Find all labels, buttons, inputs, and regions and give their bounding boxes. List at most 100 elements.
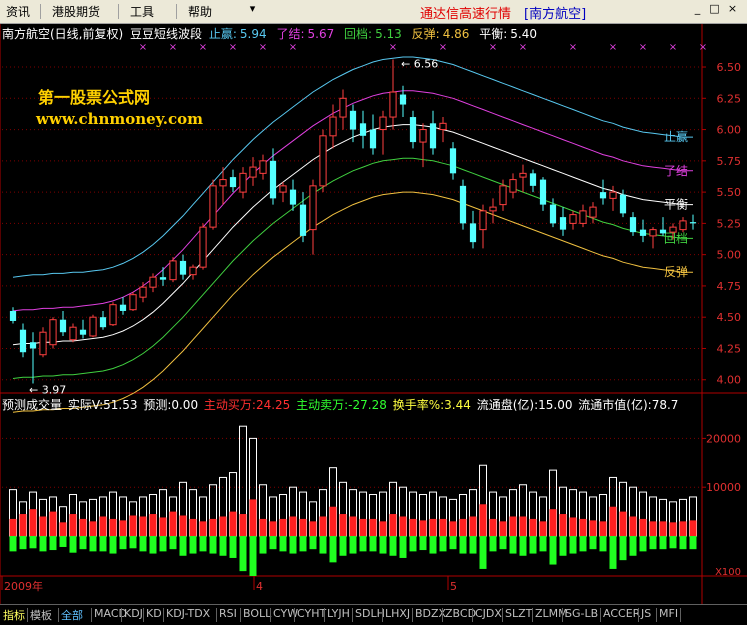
volume-sell-bar	[559, 536, 567, 556]
date-axis-label: 5	[450, 580, 457, 593]
restore-icon[interactable]: □	[708, 3, 721, 15]
candle-body-down	[269, 160, 277, 199]
volume-buy-bar	[99, 516, 107, 536]
tab-separator	[472, 608, 473, 622]
tab-group-0[interactable]: 指标	[3, 607, 25, 623]
volume-tick-label: 20000	[706, 432, 741, 445]
volume-buy-bar	[669, 522, 677, 536]
volume-buy-bar	[689, 520, 697, 536]
volume-sell-bar	[109, 536, 117, 554]
volume-sell-bar	[669, 536, 677, 549]
candle-body-down	[459, 185, 467, 224]
tab-kdj-tdx[interactable]: KDJ-TDX	[166, 607, 210, 620]
signal-marker: ×	[699, 42, 707, 53]
watermark-site-url: www.chnmoney.com	[36, 110, 203, 128]
volume-buy-bar	[529, 518, 537, 536]
menu-hk-futures[interactable]: 港股期货	[52, 3, 100, 20]
price-tick-label: 5.50	[717, 186, 742, 199]
volume-buy-bar	[519, 516, 527, 536]
volume-buy-bar	[489, 518, 497, 536]
volume-sell-bar	[649, 536, 657, 550]
tab-cjdx[interactable]: CJDX	[475, 607, 502, 620]
volume-sell-bar	[399, 536, 407, 558]
tab-kdj[interactable]: KDJ	[124, 607, 143, 620]
candle-body-up	[49, 319, 57, 346]
volume-sell-bar	[309, 536, 317, 550]
tab-group-2[interactable]: 全部	[61, 607, 83, 623]
tab-macd[interactable]: MACD	[94, 607, 127, 620]
volume-buy-bar	[319, 516, 327, 536]
tab-lyjh[interactable]: LYJH	[327, 607, 350, 620]
tab-mfi[interactable]: MFI	[659, 607, 678, 620]
volume-buy-bar	[579, 518, 587, 536]
menu-info[interactable]: 资讯	[6, 3, 30, 20]
price-tick-label: 4.25	[717, 342, 742, 355]
tab-separator	[656, 608, 657, 622]
volume-sell-bar	[489, 536, 497, 552]
candle-body-up	[239, 172, 247, 193]
tab-boll[interactable]: BOLL	[243, 607, 271, 620]
volume-sell-bar	[89, 536, 97, 552]
tab-separator	[382, 608, 383, 622]
candle-body-up	[329, 116, 337, 137]
tab-slzt[interactable]: SLZT	[505, 607, 532, 620]
tab-separator	[27, 608, 28, 622]
signal-marker: ×	[199, 42, 207, 53]
tab-kd[interactable]: KD	[146, 607, 162, 620]
volume-sell-bar	[509, 536, 517, 554]
candle-body-up	[679, 220, 687, 231]
tab-rsi[interactable]: RSI	[219, 607, 237, 620]
volume-indicator-name[interactable]: 预测成交量	[2, 398, 62, 412]
volume-sell-bar	[549, 536, 557, 565]
volume-unit-label: X100	[715, 567, 741, 578]
volume-sell-bar	[79, 536, 87, 550]
volume-buy-bar	[649, 521, 657, 536]
signal-marker: ×	[669, 42, 677, 53]
minimize-icon[interactable]: _	[691, 3, 704, 15]
band-end-label: 了结	[664, 164, 688, 178]
tab-sg-lb[interactable]: SG-LB	[565, 607, 598, 620]
volume-sell-bar	[9, 536, 17, 552]
tab-separator	[216, 608, 217, 622]
tab-separator	[91, 608, 92, 622]
volume-buy-bar	[569, 517, 577, 536]
volume-sell-bar	[449, 536, 457, 550]
signal-marker: ×	[289, 42, 297, 53]
volume-buy-bar	[279, 518, 287, 536]
tab-js[interactable]: JS	[641, 607, 651, 620]
volume-buy-bar	[399, 516, 407, 536]
volume-buy-bar	[239, 514, 247, 536]
candle-body-up	[339, 97, 347, 118]
candle-body-up	[189, 266, 197, 276]
menu-help[interactable]: 帮助	[188, 3, 212, 20]
close-icon[interactable]: ×	[726, 3, 739, 15]
volume-buy-bar	[619, 511, 627, 536]
volume-buy-bar	[499, 521, 507, 536]
tab-accer[interactable]: ACCER	[603, 607, 640, 620]
volume-buy-bar	[299, 518, 307, 536]
candle-body-up	[589, 206, 597, 218]
dropdown-arrow-icon[interactable]: ▾	[246, 3, 259, 15]
band-line-回档	[12, 157, 693, 379]
volume-buy-bar	[129, 515, 137, 536]
float-market-value: 流通市值(亿):78.7	[578, 398, 679, 412]
candle-body-up	[169, 260, 177, 281]
volume-sell-bar	[519, 536, 527, 556]
candle-body-up	[129, 294, 137, 311]
volume-buy-bar	[59, 522, 67, 536]
candle-body-down	[229, 177, 237, 188]
volume-buy-bar	[289, 516, 297, 536]
volume-sell-bar	[129, 536, 137, 549]
volume-sell-bar	[369, 536, 377, 552]
volume-buy-bar	[439, 518, 447, 536]
tab-cyht[interactable]: CYHT	[297, 607, 326, 620]
volume-tick-label: 10000	[706, 481, 741, 494]
volume-sell-bar	[169, 536, 177, 550]
price-tick-label: 5.75	[717, 155, 742, 168]
tab-sdlh[interactable]: SDLH	[355, 607, 385, 620]
volume-sell-bar	[219, 536, 227, 556]
menu-tools[interactable]: 工具	[130, 3, 154, 20]
tab-lhxj[interactable]: LHXJ	[385, 607, 410, 620]
tab-group-1[interactable]: 模板	[30, 607, 52, 623]
volume-sell-bar	[259, 536, 267, 554]
